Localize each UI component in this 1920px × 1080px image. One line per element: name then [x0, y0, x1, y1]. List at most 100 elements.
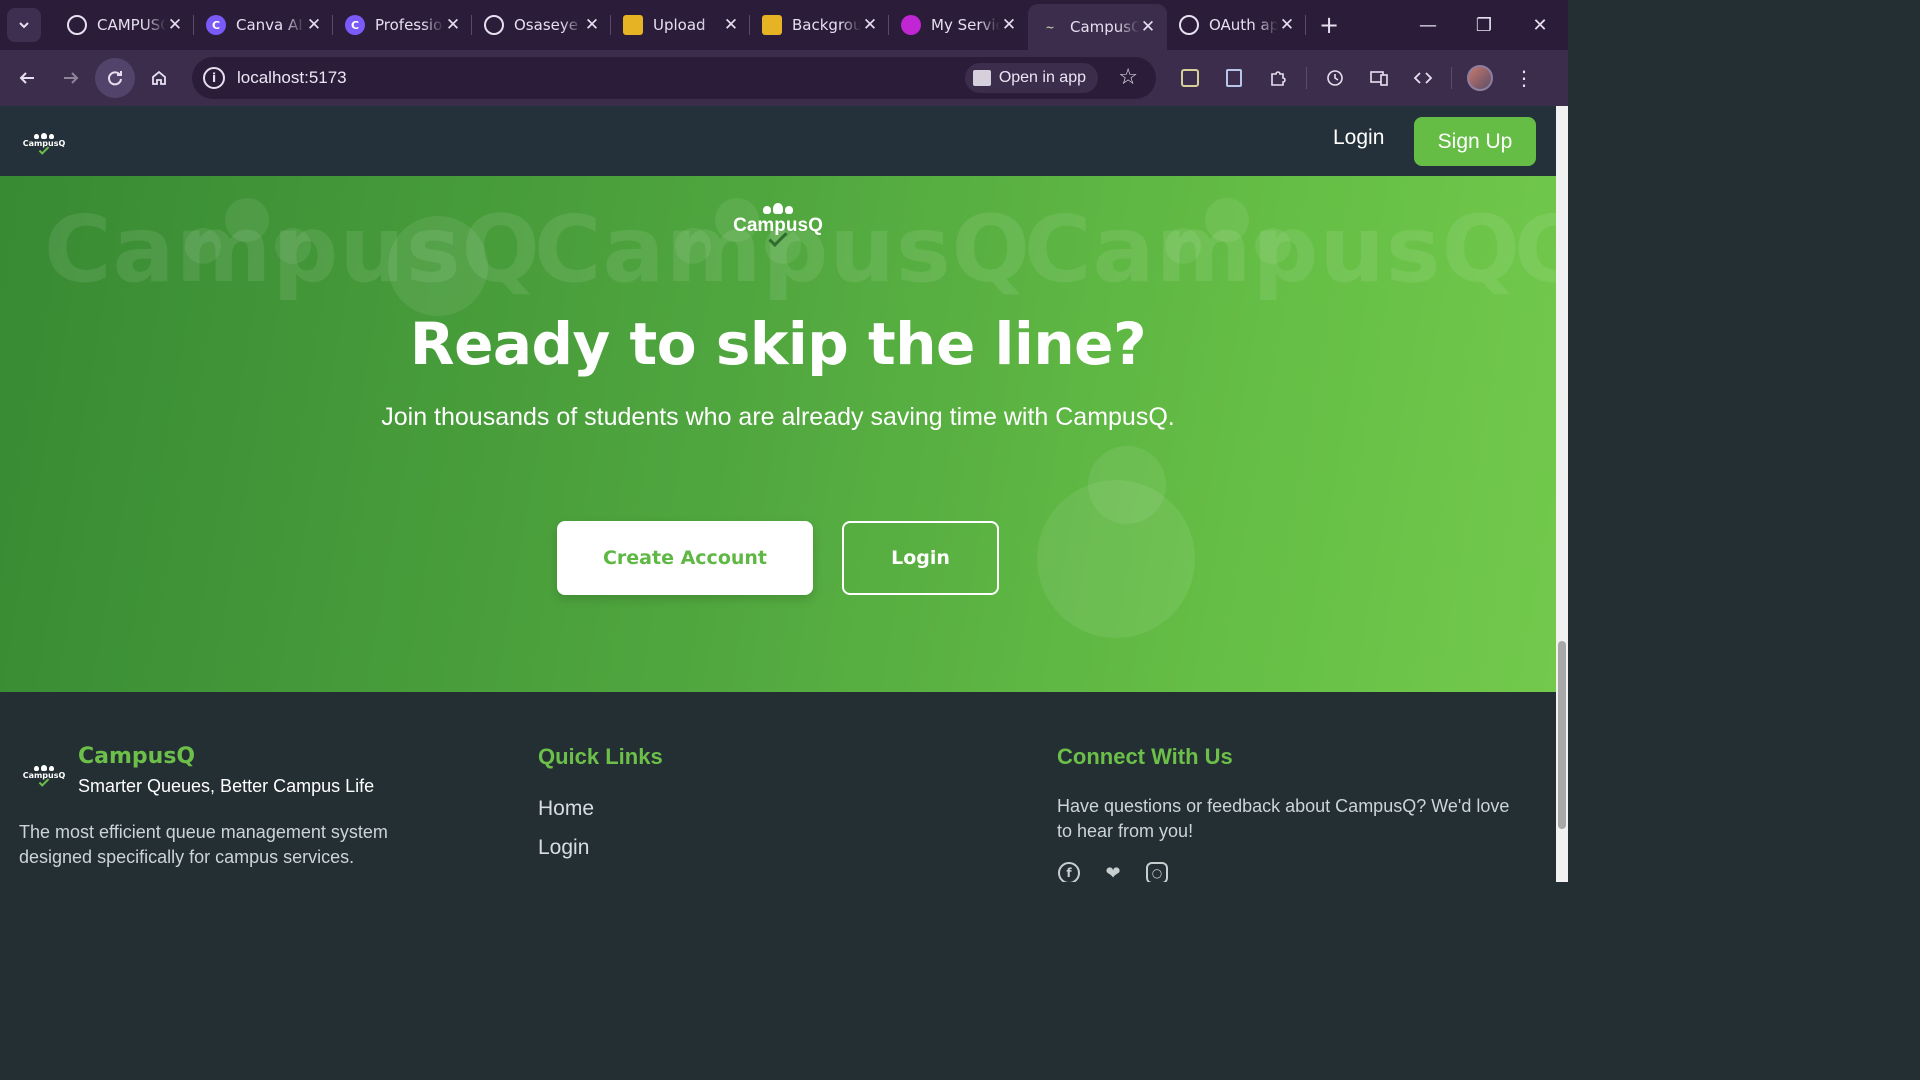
- close-tab-icon[interactable]: ✕: [305, 15, 323, 35]
- browser-tab[interactable]: OAuth app✕: [1167, 0, 1306, 50]
- browser-tab[interactable]: C Canva AI ✕: [194, 0, 333, 50]
- cta-hero-section: CampusQ CampusQ CampusQ CampusQ CampusQ …: [0, 176, 1556, 692]
- nav-signup-button[interactable]: Sign Up: [1414, 117, 1536, 166]
- toolbar-actions: ⋮: [1168, 50, 1546, 106]
- extension-icon[interactable]: [1168, 56, 1212, 100]
- tab-title: Background: [792, 16, 861, 34]
- campusq-logo[interactable]: CampusQ: [22, 124, 66, 158]
- more-menu-icon[interactable]: ⋮: [1502, 56, 1546, 100]
- tab-title: Professional: [375, 16, 444, 34]
- browser-toolbar: i localhost:5173 Open in app ☆ ⋮: [0, 50, 1568, 106]
- tab-strip: CAMPUSQ✕CCanva AI✕CProfessional✕Osaseye✕…: [55, 0, 1306, 50]
- tab-title: Upload: [653, 16, 706, 34]
- avatar: [1467, 65, 1493, 91]
- browser-tab[interactable]: Osaseye ✕: [472, 0, 611, 50]
- device-toolbar-icon[interactable]: [1357, 56, 1401, 100]
- history-icon[interactable]: [1313, 56, 1357, 100]
- hero-login-button[interactable]: Login: [842, 521, 999, 595]
- browser-tab[interactable]: My Services✕: [889, 0, 1028, 50]
- browser-tab[interactable]: Background✕: [750, 0, 889, 50]
- browser-tab[interactable]: CAMPUSQ ✕: [55, 0, 194, 50]
- browser-tab[interactable]: ~ CampusQ ✕: [1028, 4, 1167, 50]
- browser-tab-bar: CAMPUSQ✕CCanva AI✕CProfessional✕Osaseye✕…: [0, 0, 1568, 50]
- toolbar-divider: [1451, 67, 1452, 89]
- reload-button[interactable]: [95, 58, 135, 98]
- open-in-app-button[interactable]: Open in app: [964, 63, 1098, 93]
- page-scrollbar[interactable]: [1556, 106, 1568, 882]
- github-icon: [484, 15, 504, 35]
- tab-divider: [1305, 15, 1306, 35]
- profile-avatar[interactable]: [1458, 56, 1502, 100]
- connect-text: Have questions or feedback about CampusQ…: [1057, 796, 1510, 841]
- close-tab-icon[interactable]: ✕: [166, 15, 184, 35]
- chevron-down-icon: [19, 22, 29, 29]
- restore-button[interactable]: ❐: [1456, 0, 1512, 50]
- arrow-left-icon: [19, 72, 34, 84]
- stack-icon: [623, 15, 643, 35]
- close-tab-icon[interactable]: ✕: [861, 15, 879, 35]
- campusq-icon: ~: [1045, 20, 1055, 34]
- footer-description: The most efficient queue management syst…: [19, 822, 388, 867]
- browser-tab[interactable]: Upload ✕: [611, 0, 750, 50]
- open-in-app-label: Open in app: [998, 69, 1086, 86]
- decorative-circle: [1088, 446, 1166, 524]
- people-icon: [761, 200, 795, 214]
- forward-button[interactable]: [51, 58, 91, 98]
- github-icon: [1179, 15, 1199, 35]
- reload-icon: [108, 71, 122, 86]
- app-window-icon: [972, 70, 991, 86]
- instagram-icon[interactable]: ○: [1146, 862, 1168, 882]
- tab-title: My Services: [931, 16, 1000, 34]
- facebook-icon[interactable]: f: [1058, 862, 1080, 882]
- close-tab-icon[interactable]: ✕: [1000, 15, 1018, 35]
- footer-brand: CampusQ: [78, 744, 196, 769]
- arrow-right-icon: [64, 72, 79, 84]
- people-icon: [33, 130, 55, 139]
- window-controls: — ❐ ✕: [1400, 0, 1568, 50]
- create-account-button[interactable]: Create Account: [557, 521, 813, 595]
- quick-links-heading: Quick Links: [538, 744, 663, 769]
- tab-title: CampusQ: [1070, 18, 1139, 36]
- canva-icon: C: [345, 15, 365, 35]
- site-info-icon[interactable]: i: [203, 67, 225, 89]
- back-button[interactable]: [7, 58, 47, 98]
- address-bar[interactable]: i localhost:5173 Open in app ☆: [192, 57, 1156, 99]
- twitter-icon[interactable]: ❤: [1102, 862, 1124, 883]
- hero-title: Ready to skip the line?: [409, 310, 1147, 378]
- tab-search-button[interactable]: [7, 8, 41, 42]
- hero-subtitle: Join thousands of students who are alrea…: [381, 403, 1175, 431]
- minimize-button[interactable]: —: [1400, 0, 1456, 50]
- close-window-button[interactable]: ✕: [1512, 0, 1568, 50]
- home-button[interactable]: [139, 58, 179, 98]
- url-text[interactable]: localhost:5173: [237, 68, 347, 88]
- puzzle-icon[interactable]: [1256, 56, 1300, 100]
- new-tab-button[interactable]: +: [1312, 8, 1346, 42]
- stack-icon: [762, 15, 782, 35]
- close-tab-icon[interactable]: ✕: [722, 15, 740, 35]
- app-icon: [901, 15, 921, 35]
- close-tab-icon[interactable]: ✕: [444, 15, 462, 35]
- tab-title: Osaseye: [514, 16, 578, 34]
- tab-title: OAuth app: [1209, 16, 1278, 34]
- tab-title: Canva AI: [236, 16, 303, 34]
- toolbar-divider: [1306, 67, 1307, 89]
- close-tab-icon[interactable]: ✕: [1278, 15, 1296, 35]
- tab-title: CAMPUSQ: [97, 16, 166, 34]
- canva-icon: C: [206, 15, 226, 35]
- close-tab-icon[interactable]: ✕: [1139, 17, 1157, 37]
- footer-link-home[interactable]: Home: [538, 797, 594, 821]
- bookmark-star-icon[interactable]: ☆: [1118, 65, 1138, 90]
- scrollbar-thumb[interactable]: [1558, 641, 1566, 829]
- browser-tab[interactable]: C Professional✕: [333, 0, 472, 50]
- decorative-circle: [388, 216, 488, 316]
- close-tab-icon[interactable]: ✕: [583, 15, 601, 35]
- devtools-code-icon[interactable]: [1401, 56, 1445, 100]
- footer-tagline: Smarter Queues, Better Campus Life: [78, 776, 375, 796]
- connect-heading: Connect With Us: [1057, 744, 1233, 769]
- footer-logo: CampusQ: [22, 756, 66, 790]
- translate-icon[interactable]: [1212, 56, 1256, 100]
- nav-login-link[interactable]: Login: [1333, 126, 1384, 150]
- site-navbar: CampusQ Login Sign Up: [0, 106, 1556, 176]
- people-icon: [33, 762, 55, 771]
- footer-link-login[interactable]: Login: [538, 836, 589, 860]
